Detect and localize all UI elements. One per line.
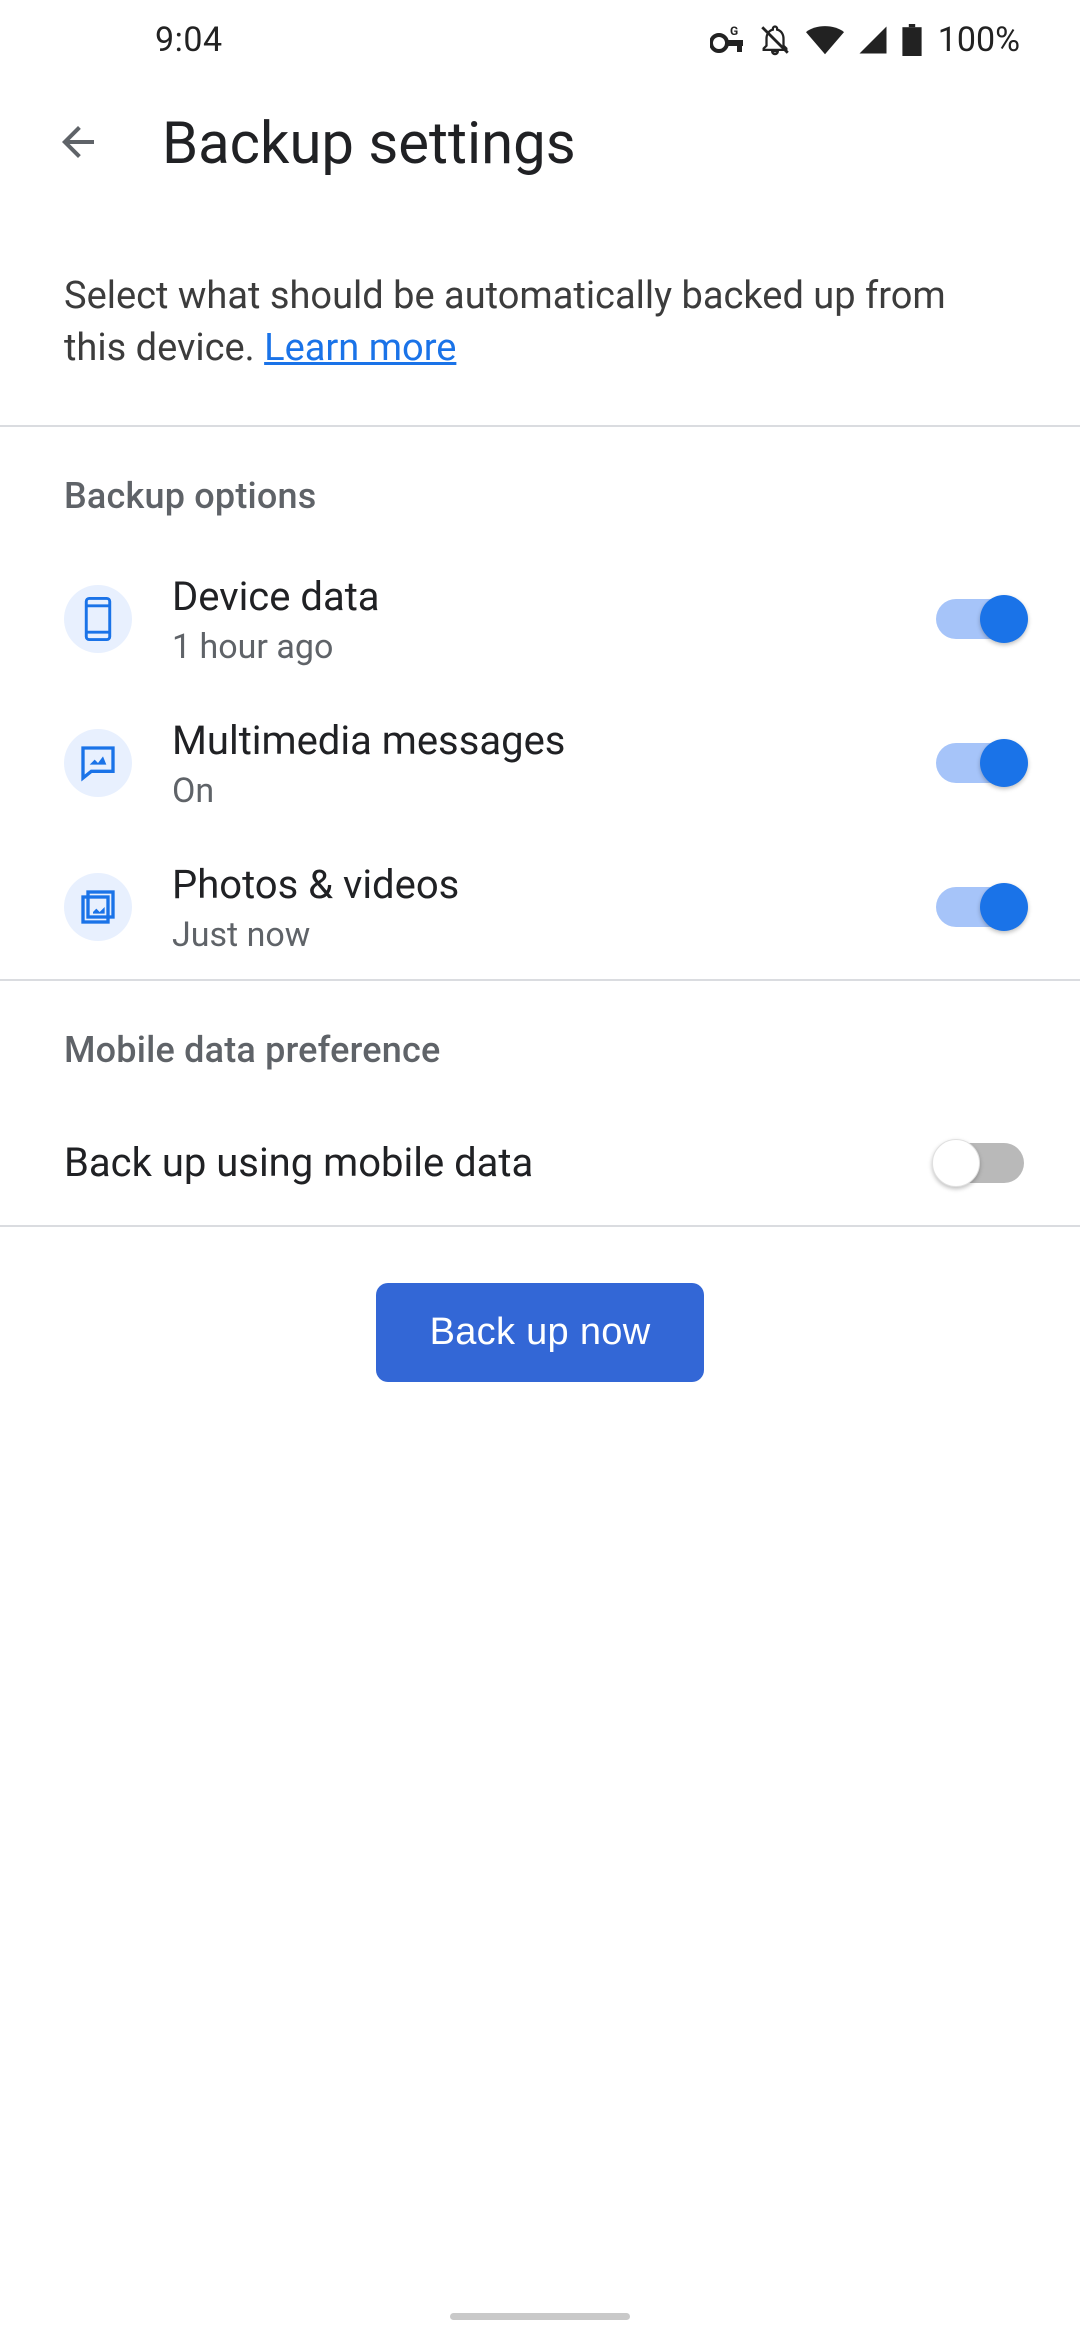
page-title: Backup settings xyxy=(162,110,576,178)
toggle-device-data[interactable] xyxy=(936,599,1024,639)
key-icon: G xyxy=(710,25,744,55)
photos-icon xyxy=(64,873,132,941)
status-time: 9:04 xyxy=(155,20,223,60)
learn-more-link[interactable]: Learn more xyxy=(264,326,456,370)
toggle-mobile-data-backup[interactable] xyxy=(936,1143,1024,1183)
svg-text:G: G xyxy=(730,25,738,38)
row-title: Back up using mobile data xyxy=(64,1137,896,1189)
status-icons-right: G 100% xyxy=(710,20,1020,60)
status-bar: 9:04 G xyxy=(0,0,1080,80)
wifi-icon xyxy=(806,25,844,55)
row-mobile-data-backup[interactable]: Back up using mobile data xyxy=(0,1101,1080,1225)
battery-icon xyxy=(902,24,922,56)
row-title: Multimedia messages xyxy=(172,715,896,767)
intro-body: Select what should be automatically back… xyxy=(64,274,946,370)
cta-container: Back up now xyxy=(0,1227,1080,1438)
row-device-data[interactable]: Device data 1 hour ago xyxy=(0,547,1080,691)
home-indicator[interactable] xyxy=(450,2313,630,2320)
toggle-photos-videos[interactable] xyxy=(936,887,1024,927)
app-bar: Backup settings xyxy=(0,80,1080,222)
cellular-icon xyxy=(858,25,888,55)
back-button[interactable] xyxy=(48,114,108,174)
row-photos-videos[interactable]: Photos & videos Just now xyxy=(0,835,1080,979)
section-header-mobile-data: Mobile data preference xyxy=(0,981,1080,1101)
row-title: Photos & videos xyxy=(172,859,896,911)
intro-text: Select what should be automatically back… xyxy=(0,222,1080,425)
arrow-left-icon xyxy=(54,118,102,170)
row-title: Device data xyxy=(172,571,896,623)
row-multimedia-messages[interactable]: Multimedia messages On xyxy=(0,691,1080,835)
row-subtitle: 1 hour ago xyxy=(172,627,896,667)
battery-percentage: 100% xyxy=(938,20,1020,60)
section-header-backup-options: Backup options xyxy=(0,427,1080,547)
phone-icon xyxy=(64,585,132,653)
row-subtitle: Just now xyxy=(172,915,896,955)
message-image-icon xyxy=(64,729,132,797)
notifications-off-icon xyxy=(758,23,792,57)
row-subtitle: On xyxy=(172,771,896,811)
toggle-multimedia-messages[interactable] xyxy=(936,743,1024,783)
backup-now-button[interactable]: Back up now xyxy=(376,1283,705,1382)
